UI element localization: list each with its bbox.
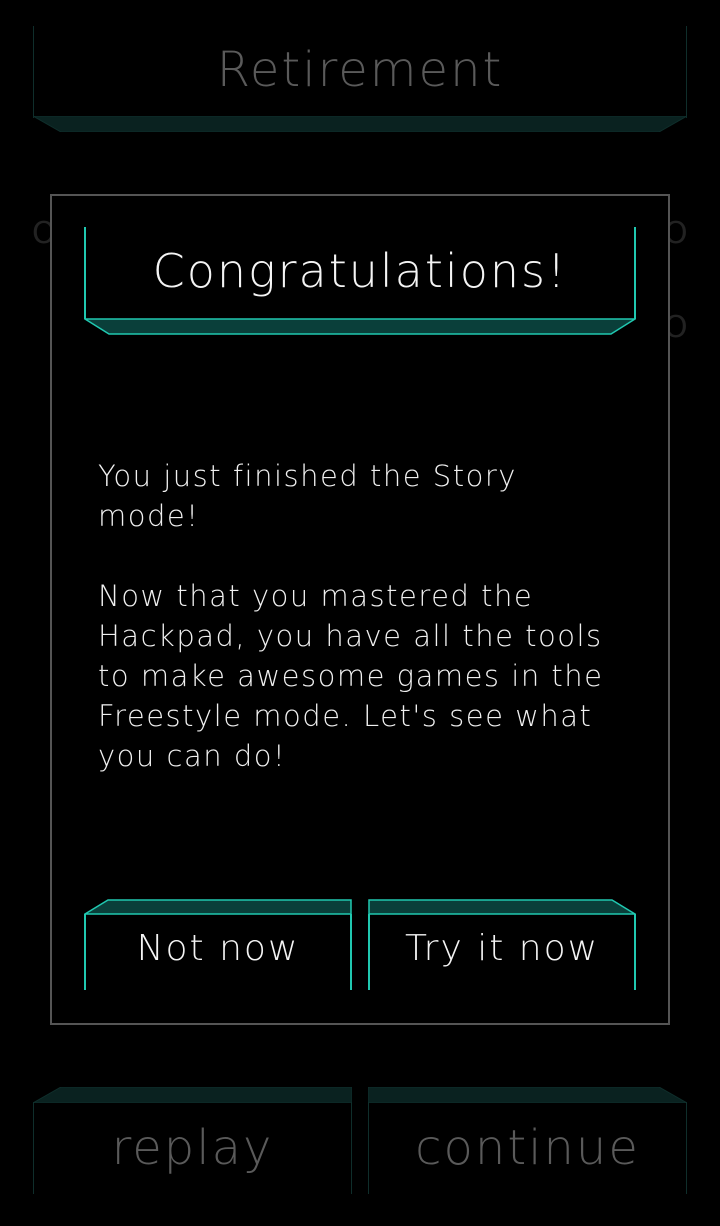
dialog-message-body: Now that you mastered the Hackpad, you h… bbox=[98, 579, 604, 773]
dialog-message-intro: You just finished the Story mode! bbox=[98, 459, 517, 533]
background-continue-top-bar bbox=[368, 1087, 687, 1103]
background-title: Retirement bbox=[216, 42, 504, 98]
try-it-now-top-bar bbox=[368, 899, 636, 915]
background-title-underline bbox=[33, 116, 687, 132]
dialog-title: Congratulations! bbox=[152, 244, 568, 298]
background-continue-label: continue bbox=[415, 1120, 640, 1176]
dialog-title-underline bbox=[84, 318, 636, 335]
background-replay-top-bar bbox=[33, 1087, 352, 1103]
not-now-label: Not now bbox=[136, 928, 300, 969]
not-now-top-bar bbox=[84, 899, 352, 915]
try-it-now-label: Try it now bbox=[404, 928, 600, 969]
background-replay-label: replay bbox=[111, 1120, 274, 1176]
